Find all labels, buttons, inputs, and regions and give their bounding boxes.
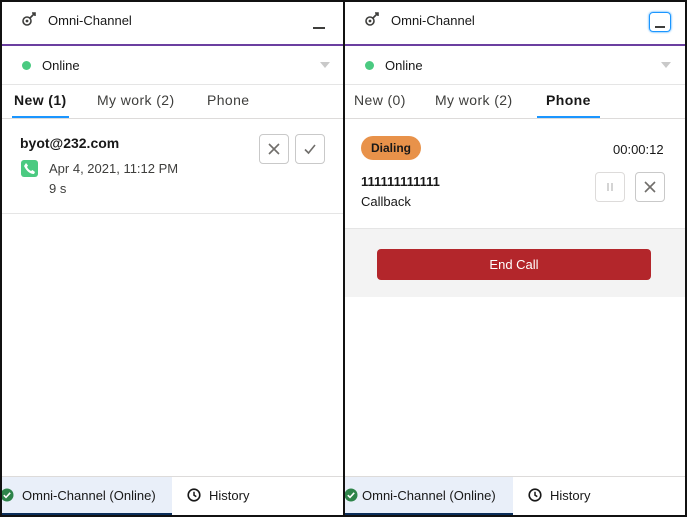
chevron-down-icon: [661, 62, 671, 68]
omni-channel-panel-right: Omni-Channel Online New (0) My work (2) …: [343, 0, 687, 517]
footer-tab-omni-channel[interactable]: Omni-Channel (Online): [345, 477, 513, 515]
pause-icon: [607, 183, 613, 191]
end-call-area: End Call: [345, 228, 685, 297]
call-status-badge: Dialing: [361, 136, 422, 160]
chevron-down-icon: [320, 62, 330, 68]
tab-my-work[interactable]: My work (2): [97, 92, 175, 118]
presence-status-dropdown[interactable]: Online: [345, 46, 685, 85]
clock-icon: [528, 488, 542, 502]
minimize-button[interactable]: [649, 12, 671, 32]
phone-icon: [21, 160, 38, 177]
footer-tab-label: History: [550, 488, 591, 503]
tab-new[interactable]: New (0): [354, 92, 406, 118]
utility-bar-footer: Omni-Channel (Online) History: [2, 476, 344, 515]
panel-header: Omni-Channel: [345, 2, 685, 46]
footer-tab-label: History: [209, 488, 250, 503]
footer-tab-omni-channel[interactable]: Omni-Channel (Online): [2, 477, 172, 515]
online-status-icon: [365, 61, 374, 70]
accept-button[interactable]: [295, 134, 325, 164]
close-call-button[interactable]: [635, 172, 665, 202]
footer-tab-history[interactable]: History: [172, 477, 292, 515]
presence-status-label: Online: [385, 58, 423, 73]
clock-icon: [187, 488, 201, 502]
online-status-icon: [22, 61, 31, 70]
presence-status-dropdown[interactable]: Online: [2, 46, 344, 85]
presence-status-label: Online: [42, 58, 80, 73]
omni-channel-panel-left: Omni-Channel Online New (1) My work (2) …: [0, 0, 344, 517]
close-icon: [268, 143, 280, 155]
check-icon: [304, 144, 316, 155]
omni-channel-logo-icon: [365, 12, 379, 26]
decline-button[interactable]: [259, 134, 289, 164]
work-item-datetime: Apr 4, 2021, 11:12 PM: [49, 161, 179, 176]
call-type: Callback: [361, 194, 411, 209]
tab-phone[interactable]: Phone: [537, 92, 600, 118]
caller-number: 111111111111: [361, 174, 440, 189]
minimize-icon: [313, 27, 325, 29]
minimize-icon: [655, 26, 665, 28]
check-circle-icon: [2, 488, 14, 502]
utility-bar-footer: Omni-Channel (Online) History: [345, 476, 685, 515]
panel-title: Omni-Channel: [391, 13, 475, 28]
footer-tab-label: Omni-Channel (Online): [362, 488, 496, 503]
tab-phone[interactable]: Phone: [207, 92, 249, 118]
panel-header: Omni-Channel: [2, 2, 344, 46]
work-tabs: New (0) My work (2) Phone: [345, 85, 685, 119]
panel-title: Omni-Channel: [48, 13, 132, 28]
tab-my-work[interactable]: My work (2): [435, 92, 513, 118]
tab-new[interactable]: New (1): [12, 92, 69, 118]
footer-tab-history[interactable]: History: [513, 477, 633, 515]
work-item-duration: 9 s: [49, 181, 67, 196]
work-tabs: New (1) My work (2) Phone: [2, 85, 344, 119]
call-timer: 00:00:12: [613, 142, 664, 157]
minimize-button[interactable]: [308, 12, 330, 32]
divider: [2, 213, 344, 214]
close-icon: [644, 181, 656, 193]
work-item-title: byot@232.com: [20, 135, 120, 151]
hold-button[interactable]: [595, 172, 625, 202]
omni-channel-logo-icon: [22, 12, 36, 26]
footer-tab-label: Omni-Channel (Online): [22, 488, 156, 503]
check-circle-icon: [345, 488, 358, 502]
end-call-button[interactable]: End Call: [377, 249, 651, 280]
